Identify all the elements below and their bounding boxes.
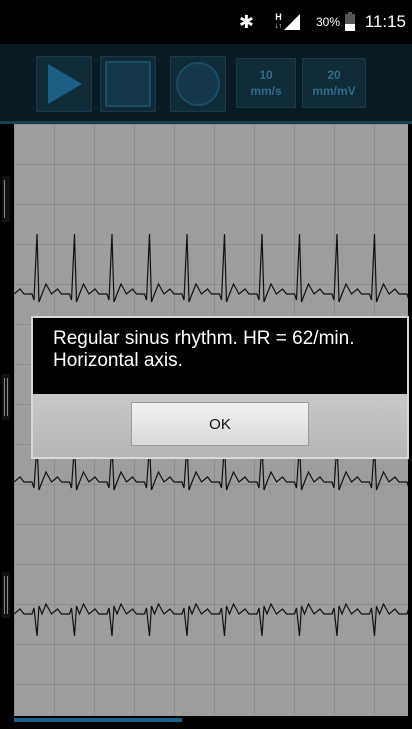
gain-value: 20	[327, 68, 341, 82]
gain-selector[interactable]: 20 mm/mV	[302, 58, 366, 108]
toolbar: 10 mm/s 20 mm/mV	[0, 44, 412, 124]
dialog-message-line2: Horizontal axis.	[53, 350, 183, 371]
calibration-marker-icon	[0, 374, 12, 420]
status-bar: ✱ H ↓↑ 30% 11:15	[0, 0, 412, 44]
battery-icon	[344, 0, 356, 44]
calibration-marker-icon	[0, 572, 12, 618]
stop-icon	[105, 61, 151, 107]
dialog-actions: OK	[33, 394, 407, 457]
speed-unit: mm/s	[250, 84, 282, 98]
network-label: H	[275, 12, 282, 22]
signal-icon	[284, 0, 300, 44]
diagnosis-dialog: Regular sinus rhythm. HR = 62/min. Horiz…	[31, 316, 409, 459]
scroll-progress-bar	[14, 718, 182, 722]
play-icon	[48, 64, 82, 104]
speed-value: 10	[259, 68, 273, 82]
play-button[interactable]	[36, 56, 92, 112]
calibration-marker-icon	[0, 176, 12, 222]
ok-button[interactable]: OK	[131, 402, 309, 446]
dialog-message-line1: Regular sinus rhythm. HR = 62/min.	[53, 328, 355, 349]
network-type-indicator: H ↓↑	[275, 12, 282, 31]
clock: 11:15	[364, 12, 406, 31]
record-button[interactable]	[170, 56, 226, 112]
stop-button[interactable]	[100, 56, 156, 112]
speed-selector[interactable]: 10 mm/s	[236, 58, 296, 108]
record-icon	[176, 62, 220, 106]
dialog-message: Regular sinus rhythm. HR = 62/min. Horiz…	[33, 318, 407, 394]
battery-percent: 30%	[315, 15, 340, 29]
bluetooth-icon: ✱	[238, 11, 254, 32]
gain-unit: mm/mV	[312, 84, 356, 98]
